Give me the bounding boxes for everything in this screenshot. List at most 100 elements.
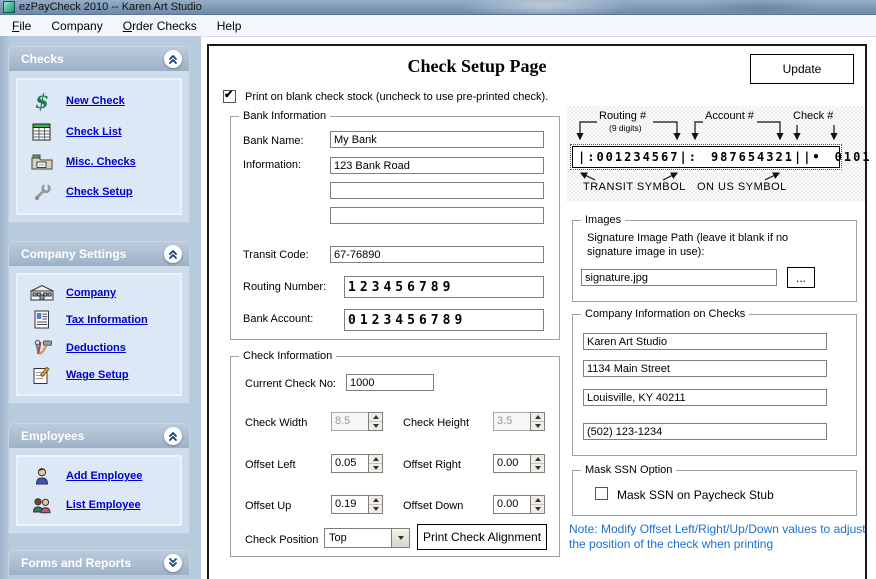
sidebar-link-new-check[interactable]: New Check bbox=[66, 95, 125, 107]
page-title: Check Setup Page bbox=[337, 56, 617, 77]
mask-ssn-checkbox[interactable] bbox=[595, 487, 608, 500]
section-header-checks[interactable]: Checks bbox=[8, 46, 190, 71]
offset-down-spinner[interactable]: 0.00 bbox=[493, 495, 545, 514]
section-header-company-settings[interactable]: Company Settings bbox=[8, 241, 190, 266]
sidebar-item-wage-setup[interactable]: Wage Setup bbox=[18, 366, 180, 385]
signature-image-path-label: Signature Image Path (leave it blank if … bbox=[587, 231, 822, 259]
spin-up-button[interactable] bbox=[531, 455, 544, 464]
spin-down-button[interactable] bbox=[369, 505, 382, 513]
bank-account-input[interactable] bbox=[344, 309, 544, 331]
bank-information-label: Information: bbox=[243, 159, 301, 171]
menu-file[interactable]: File bbox=[2, 15, 41, 36]
signature-image-path-input[interactable] bbox=[581, 269, 777, 286]
sidebar-link-deductions[interactable]: Deductions bbox=[66, 342, 126, 354]
spin-up-button[interactable] bbox=[369, 413, 382, 422]
routing-digits: 001234567 bbox=[596, 150, 679, 164]
sidebar-link-company[interactable]: Company bbox=[66, 287, 116, 299]
spin-up-button[interactable] bbox=[531, 413, 544, 422]
person-icon bbox=[18, 467, 66, 485]
menu-company[interactable]: Company bbox=[41, 15, 112, 36]
update-button[interactable]: Update bbox=[750, 54, 854, 84]
print-blank-check-checkbox[interactable] bbox=[223, 90, 236, 103]
transit-code-input[interactable] bbox=[330, 246, 544, 263]
ezpaycheck-window: ezPayCheck 2010 -- Karen Art Studio File… bbox=[0, 0, 876, 579]
sidebar-item-deductions[interactable]: Deductions bbox=[18, 339, 180, 357]
sidebar-item-misc-checks[interactable]: Misc. Checks bbox=[18, 153, 180, 170]
spin-down-button[interactable] bbox=[369, 464, 382, 472]
section-header-forms-and-reports[interactable]: Forms and Reports bbox=[8, 550, 190, 575]
offset-up-spinner[interactable]: 0.19 bbox=[331, 495, 383, 514]
bank-name-label: Bank Name: bbox=[243, 135, 304, 147]
section-body-company-settings: Company Tax Information Deductions bbox=[8, 266, 190, 404]
company-name-input[interactable] bbox=[583, 333, 827, 350]
section-title: Forms and Reports bbox=[21, 556, 131, 570]
company-city-input[interactable] bbox=[583, 389, 827, 406]
check-position-dropdown[interactable]: Top bbox=[324, 528, 410, 548]
browse-button[interactable]: ... bbox=[787, 267, 815, 288]
bank-name-input[interactable] bbox=[330, 131, 544, 148]
offset-left-spinner[interactable]: 0.05 bbox=[331, 454, 383, 473]
mask-ssn-group: Mask SSN Option Mask SSN on Paycheck Stu… bbox=[572, 470, 857, 516]
spin-up-button[interactable] bbox=[369, 496, 382, 505]
spin-down-button[interactable] bbox=[531, 464, 544, 472]
tax-document-icon bbox=[18, 310, 66, 329]
sidebar-link-add-employee[interactable]: Add Employee bbox=[66, 470, 142, 482]
print-blank-check-label: Print on blank check stock (uncheck to u… bbox=[245, 91, 548, 103]
bank-account-label: Bank Account: bbox=[243, 313, 313, 325]
spin-down-button[interactable] bbox=[531, 505, 544, 513]
sidebar-item-company[interactable]: Company bbox=[18, 284, 180, 301]
current-check-no-input[interactable] bbox=[346, 374, 434, 391]
bank-information-line2-input[interactable] bbox=[330, 182, 544, 199]
sidebar-item-list-employee[interactable]: List Employee bbox=[18, 496, 180, 514]
misc-checks-folder-icon bbox=[18, 153, 66, 170]
dropdown-arrow-icon[interactable] bbox=[391, 529, 409, 547]
company-street-input[interactable] bbox=[583, 360, 827, 377]
current-check-no-label: Current Check No: bbox=[245, 378, 336, 390]
images-group: Images Signature Image Path (leave it bl… bbox=[572, 220, 857, 302]
transit-symbol: |: bbox=[578, 150, 596, 164]
app-icon bbox=[3, 1, 15, 13]
sidebar-item-check-list[interactable]: Check List bbox=[18, 123, 180, 141]
company-phone-input[interactable] bbox=[583, 423, 827, 440]
sidebar-item-new-check[interactable]: $ New Check bbox=[18, 92, 180, 110]
sidebar-item-tax-information[interactable]: Tax Information bbox=[18, 310, 180, 329]
spinner-value: 0.00 bbox=[493, 454, 530, 473]
menu-bar: File Company Order Checks Help bbox=[0, 15, 876, 37]
menu-order-checks[interactable]: Order Checks bbox=[113, 15, 207, 36]
routing-number-input[interactable] bbox=[344, 276, 544, 298]
sidebar-link-tax-information[interactable]: Tax Information bbox=[66, 314, 148, 326]
spinner-value: 0.19 bbox=[331, 495, 368, 514]
spin-down-button[interactable] bbox=[369, 422, 382, 430]
sidebar-item-check-setup[interactable]: Check Setup bbox=[18, 183, 180, 201]
people-icon bbox=[18, 496, 66, 514]
sidebar-item-add-employee[interactable]: Add Employee bbox=[18, 467, 180, 485]
routing-number-label: Routing Number: bbox=[243, 281, 326, 293]
spin-down-button[interactable] bbox=[531, 422, 544, 430]
collapse-chevron-icon[interactable] bbox=[164, 50, 182, 68]
wrench-icon bbox=[18, 183, 66, 201]
micr-sample-line: |:001234567|: 987654321||• 0101 bbox=[570, 144, 842, 170]
bank-information-line1-input[interactable] bbox=[330, 157, 544, 174]
sidebar-link-check-list[interactable]: Check List bbox=[66, 126, 122, 138]
section-body-employees: Add Employee List Employee bbox=[8, 448, 190, 534]
sidebar-link-list-employee[interactable]: List Employee bbox=[66, 499, 141, 511]
menu-help[interactable]: Help bbox=[207, 15, 252, 36]
sidebar-link-check-setup[interactable]: Check Setup bbox=[66, 186, 133, 198]
offset-right-spinner[interactable]: 0.00 bbox=[493, 454, 545, 473]
sidebar: Checks $ New Check Check List bbox=[0, 36, 201, 579]
section-title: Employees bbox=[21, 429, 84, 443]
spin-up-button[interactable] bbox=[369, 455, 382, 464]
dollar-sign-icon: $ bbox=[18, 92, 66, 110]
section-header-employees[interactable]: Employees bbox=[8, 423, 190, 448]
check-digits: 0101 bbox=[835, 150, 872, 164]
sidebar-link-wage-setup[interactable]: Wage Setup bbox=[66, 369, 129, 381]
collapse-chevron-icon[interactable] bbox=[164, 427, 182, 445]
check-height-label: Check Height bbox=[403, 417, 469, 429]
collapse-chevron-icon[interactable] bbox=[164, 245, 182, 263]
spin-up-button[interactable] bbox=[531, 496, 544, 505]
sidebar-link-misc-checks[interactable]: Misc. Checks bbox=[66, 156, 136, 168]
bank-information-line3-input[interactable] bbox=[330, 207, 544, 224]
offset-up-label: Offset Up bbox=[245, 500, 291, 512]
print-check-alignment-button[interactable]: Print Check Alignment bbox=[417, 524, 547, 550]
expand-chevron-icon[interactable] bbox=[164, 554, 182, 572]
